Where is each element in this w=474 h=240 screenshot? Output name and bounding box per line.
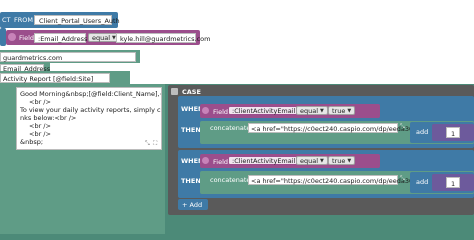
- concat-value-field[interactable]: <a href="https://c0ect240.caspio.com/dp/…: [248, 123, 428, 133]
- body-text-area[interactable]: Good Morning&nbsp;[@field:Client_Name],<…: [16, 87, 162, 150]
- case-gear-icon[interactable]: [171, 88, 178, 95]
- subject-field[interactable]: Activity Report [@field:Site]: [0, 72, 110, 83]
- add-label: add: [416, 128, 429, 136]
- resize-icon[interactable]: ⤡: [400, 175, 405, 183]
- chevron-down-icon: ▼: [320, 157, 324, 164]
- expand-icon[interactable]: ⛶: [153, 140, 157, 148]
- domain-row-block[interactable]: guardmetrics.com: [0, 50, 140, 63]
- gear-icon[interactable]: [8, 33, 16, 41]
- resize-icon[interactable]: ⤡: [145, 140, 150, 148]
- select-from-block[interactable]: CT FROM Client_Portal_Users_Auth: [0, 12, 120, 28]
- case-label: CASE: [182, 88, 201, 96]
- table-name-field[interactable]: Client_Portal_Users_Auth: [34, 15, 120, 25]
- when-condition-2[interactable]: Field :ClientActivityEmail▼ equal▼ true▼: [200, 154, 380, 168]
- concatenate-label: concatenate: [210, 176, 251, 184]
- add-block[interactable]: add 1: [410, 172, 474, 193]
- when-condition-1[interactable]: Field :ClientActivityEmail▼ equal▼ true▼: [200, 104, 380, 118]
- domain-value-field[interactable]: guardmetrics.com: [0, 51, 136, 62]
- add-num-block[interactable]: 1: [432, 174, 474, 191]
- add-label: add: [416, 178, 429, 186]
- value-input[interactable]: kyle.hill@guardmetrics.com: [116, 32, 210, 43]
- add-num-block[interactable]: 1: [432, 124, 474, 141]
- add-number-field[interactable]: 1: [446, 177, 460, 188]
- field-label: Field: [19, 34, 35, 42]
- from-keyword: FROM: [14, 16, 33, 24]
- field-label: Field: [213, 157, 229, 166]
- field-name-select[interactable]: :ClientActivityEmail▼: [228, 156, 306, 165]
- concatenate-label: concatenate: [210, 124, 251, 132]
- gear-icon[interactable]: [202, 107, 209, 114]
- then-concat-1[interactable]: concatenate <a href="https://c0ect240.ca…: [200, 121, 474, 144]
- bool-dropdown[interactable]: true ▼: [328, 106, 356, 115]
- then-label: THEN: [181, 177, 201, 185]
- gear-icon[interactable]: [202, 157, 209, 164]
- email-address-field-input[interactable]: :Email_Address: [34, 32, 87, 43]
- field-label: Field: [213, 107, 229, 116]
- chevron-down-icon: ▼: [347, 107, 352, 114]
- subject-row-block[interactable]: Activity Report [@field:Site]: [0, 71, 130, 84]
- select-keyword: CT: [2, 16, 11, 24]
- resize-icon[interactable]: ⤡: [400, 123, 405, 131]
- operator-dropdown[interactable]: equal ▼: [296, 156, 328, 165]
- concat-value-field[interactable]: <a href="https://c0ect240.caspio.com/dp/…: [248, 175, 428, 185]
- field-name-select[interactable]: :ClientActivityEmail▼: [228, 106, 306, 115]
- where-condition-block[interactable]: Field :Email_Address equal ▼ kyle.hill@gu…: [6, 30, 210, 45]
- operator-dropdown[interactable]: equal ▼: [296, 106, 328, 115]
- then-label: THEN: [181, 126, 201, 134]
- chevron-down-icon: ▼: [347, 157, 352, 164]
- chevron-down-icon: ▼: [320, 107, 324, 114]
- body-text-block[interactable]: Good Morning&nbsp;[@field:Client_Name],<…: [0, 84, 165, 234]
- bottom-connector: [168, 215, 474, 223]
- add-number-field[interactable]: 1: [446, 127, 460, 138]
- case-add-button[interactable]: + Add: [178, 199, 208, 210]
- bool-dropdown[interactable]: true ▼: [328, 156, 356, 165]
- add-block[interactable]: add 1: [410, 122, 474, 143]
- then-concat-2[interactable]: concatenate <a href="https://c0ect240.ca…: [200, 171, 474, 194]
